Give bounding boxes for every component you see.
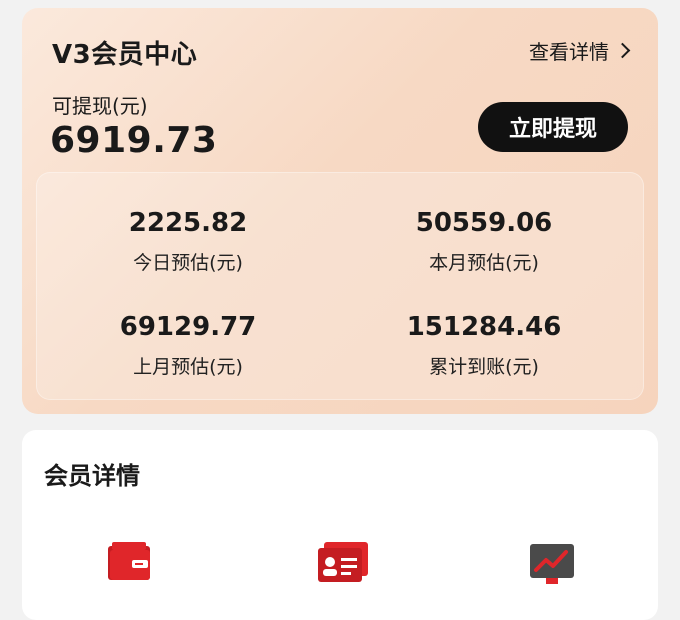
stat-label: 累计到账(元) xyxy=(429,356,539,378)
withdraw-now-button[interactable]: 立即提现 xyxy=(478,102,628,152)
id-card-icon[interactable] xyxy=(312,538,372,588)
stat-label: 今日预估(元) xyxy=(133,252,243,274)
chevron-right-icon xyxy=(614,42,631,59)
stat-value: 50559.06 xyxy=(415,208,553,238)
withdrawable-amount: 6919.73 xyxy=(50,120,218,161)
member-details-card: 会员详情 xyxy=(22,430,658,620)
stat-label: 上月预估(元) xyxy=(133,356,243,378)
stat-value: 69129.77 xyxy=(119,312,257,342)
stat-today-estimate: 2225.82 今日预估(元) xyxy=(68,208,308,275)
view-details-link[interactable]: 查看详情 xyxy=(529,36,631,65)
stat-value: 2225.82 xyxy=(128,208,248,238)
member-center-card: V3会员中心 查看详情 可提现(元) 6919.73 立即提现 2225.82 … xyxy=(22,8,658,414)
stat-month-estimate: 50559.06 本月预估(元) xyxy=(364,208,604,275)
page-title: V3会员中心 xyxy=(52,40,198,70)
wallet-icon[interactable] xyxy=(102,538,162,588)
stat-label: 本月预估(元) xyxy=(429,252,539,274)
earnings-stats-panel: 2225.82 今日预估(元) 50559.06 本月预估(元) 69129.7… xyxy=(36,172,644,400)
stat-total-received: 151284.46 累计到账(元) xyxy=(364,312,604,379)
stat-last-month-estimate: 69129.77 上月预估(元) xyxy=(68,312,308,379)
withdrawable-label: 可提现(元) xyxy=(52,94,148,118)
view-details-label: 查看详情 xyxy=(529,40,609,64)
trend-chart-icon[interactable] xyxy=(522,538,582,588)
stat-value: 151284.46 xyxy=(406,312,562,342)
section-title: 会员详情 xyxy=(44,462,140,490)
